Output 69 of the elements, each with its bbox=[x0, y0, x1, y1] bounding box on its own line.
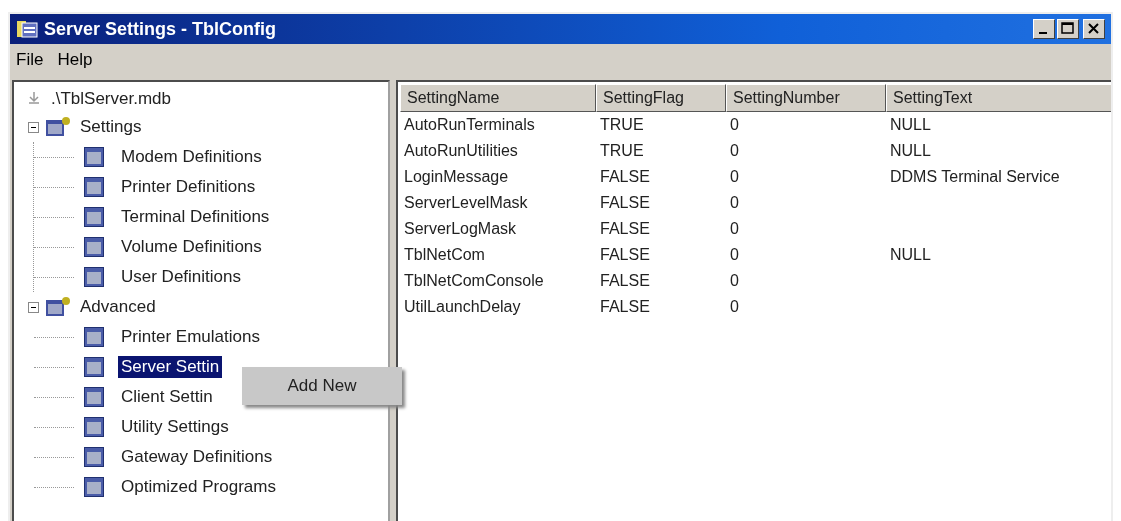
table-cell-text: FALSE bbox=[599, 298, 651, 316]
table-cell-text: NULL bbox=[889, 142, 932, 160]
table-cell-text: FALSE bbox=[599, 194, 651, 212]
table-cell-text: 0 bbox=[729, 194, 740, 212]
table-icon bbox=[84, 267, 104, 287]
table-cell-text: FALSE bbox=[599, 220, 651, 238]
column-header[interactable]: SettingText bbox=[886, 84, 1111, 112]
table-cell-text: 0 bbox=[729, 298, 740, 316]
table-cell-text: FALSE bbox=[599, 272, 651, 290]
table-icon bbox=[84, 447, 104, 467]
table-icon bbox=[84, 177, 104, 197]
table-cell-text: 0 bbox=[729, 168, 740, 186]
table-cell-text: TblNetComConsole bbox=[403, 272, 545, 290]
column-header[interactable]: SettingName bbox=[400, 84, 596, 112]
table-cell-text: 0 bbox=[729, 272, 740, 290]
table-cell-text: AutoRunUtilities bbox=[403, 142, 519, 160]
window-title: Server Settings - TblConfig bbox=[44, 18, 277, 40]
table-icon bbox=[84, 417, 104, 437]
table-icon bbox=[84, 357, 104, 377]
column-header[interactable]: SettingNumber bbox=[726, 84, 886, 112]
tree-item[interactable]: Printer Emulations bbox=[118, 326, 263, 348]
close-icon[interactable] bbox=[1083, 19, 1105, 39]
column-header[interactable]: SettingFlag bbox=[596, 84, 726, 112]
table-cell-text: NULL bbox=[889, 246, 932, 264]
menu-item[interactable]: Add New bbox=[287, 376, 357, 396]
tree-item[interactable]: Terminal Definitions bbox=[118, 206, 273, 228]
tree-item[interactable]: Modem Definitions bbox=[118, 146, 265, 168]
tree-item[interactable]: Optimized Programs bbox=[118, 476, 279, 498]
table-cell-text: LoginMessage bbox=[403, 168, 510, 186]
table-cell-text: TRUE bbox=[599, 142, 645, 160]
table-cell-text: NULL bbox=[889, 116, 932, 134]
table-cell-text: UtilLaunchDelay bbox=[403, 298, 522, 316]
minimize-icon[interactable] bbox=[1033, 19, 1055, 39]
maximize-icon[interactable] bbox=[1057, 19, 1079, 39]
tree-item[interactable]: Advanced bbox=[77, 296, 159, 318]
table-icon bbox=[84, 387, 104, 407]
tree-item[interactable]: Volume Definitions bbox=[118, 236, 265, 258]
table-cell-text: FALSE bbox=[599, 246, 651, 264]
table-cell-text: ServerLogMask bbox=[403, 220, 518, 238]
table-icon bbox=[84, 237, 104, 257]
table-cell-text: 0 bbox=[729, 220, 740, 238]
table-cell-text: DDMS Terminal Service bbox=[889, 168, 1061, 186]
table-cell-text: TRUE bbox=[599, 116, 645, 134]
tree-item[interactable]: Settings bbox=[77, 116, 145, 138]
tree-item[interactable]: .\TblServer.mdb bbox=[48, 88, 174, 110]
table-cell-text: FALSE bbox=[599, 168, 651, 186]
tree-item[interactable]: Gateway Definitions bbox=[118, 446, 276, 468]
table-cell-text: AutoRunTerminals bbox=[403, 116, 536, 134]
collapse-icon[interactable] bbox=[28, 121, 39, 133]
tree-item[interactable]: Server Settin bbox=[118, 356, 223, 378]
table-icon bbox=[84, 207, 104, 227]
table-icon bbox=[84, 327, 104, 347]
collapse-icon[interactable] bbox=[28, 301, 39, 313]
menu-item[interactable]: Help bbox=[57, 50, 93, 70]
table-cell-text: TblNetCom bbox=[403, 246, 486, 264]
tree-item[interactable]: Utility Settings bbox=[118, 416, 232, 438]
folder-icon bbox=[45, 116, 71, 138]
table-cell-text: ServerLevelMask bbox=[403, 194, 529, 212]
tree-item[interactable]: Client Settin bbox=[118, 386, 216, 408]
folder-icon bbox=[45, 296, 71, 318]
menu-item[interactable]: File bbox=[16, 50, 44, 70]
table-icon bbox=[84, 147, 104, 167]
tree-item[interactable]: Printer Definitions bbox=[118, 176, 259, 198]
table-icon bbox=[84, 477, 104, 497]
app-icon bbox=[16, 19, 38, 39]
table-cell-text: 0 bbox=[729, 116, 740, 134]
table-cell-text: 0 bbox=[729, 246, 740, 264]
tree-item[interactable]: User Definitions bbox=[118, 266, 244, 288]
table-cell-text: 0 bbox=[729, 142, 740, 160]
